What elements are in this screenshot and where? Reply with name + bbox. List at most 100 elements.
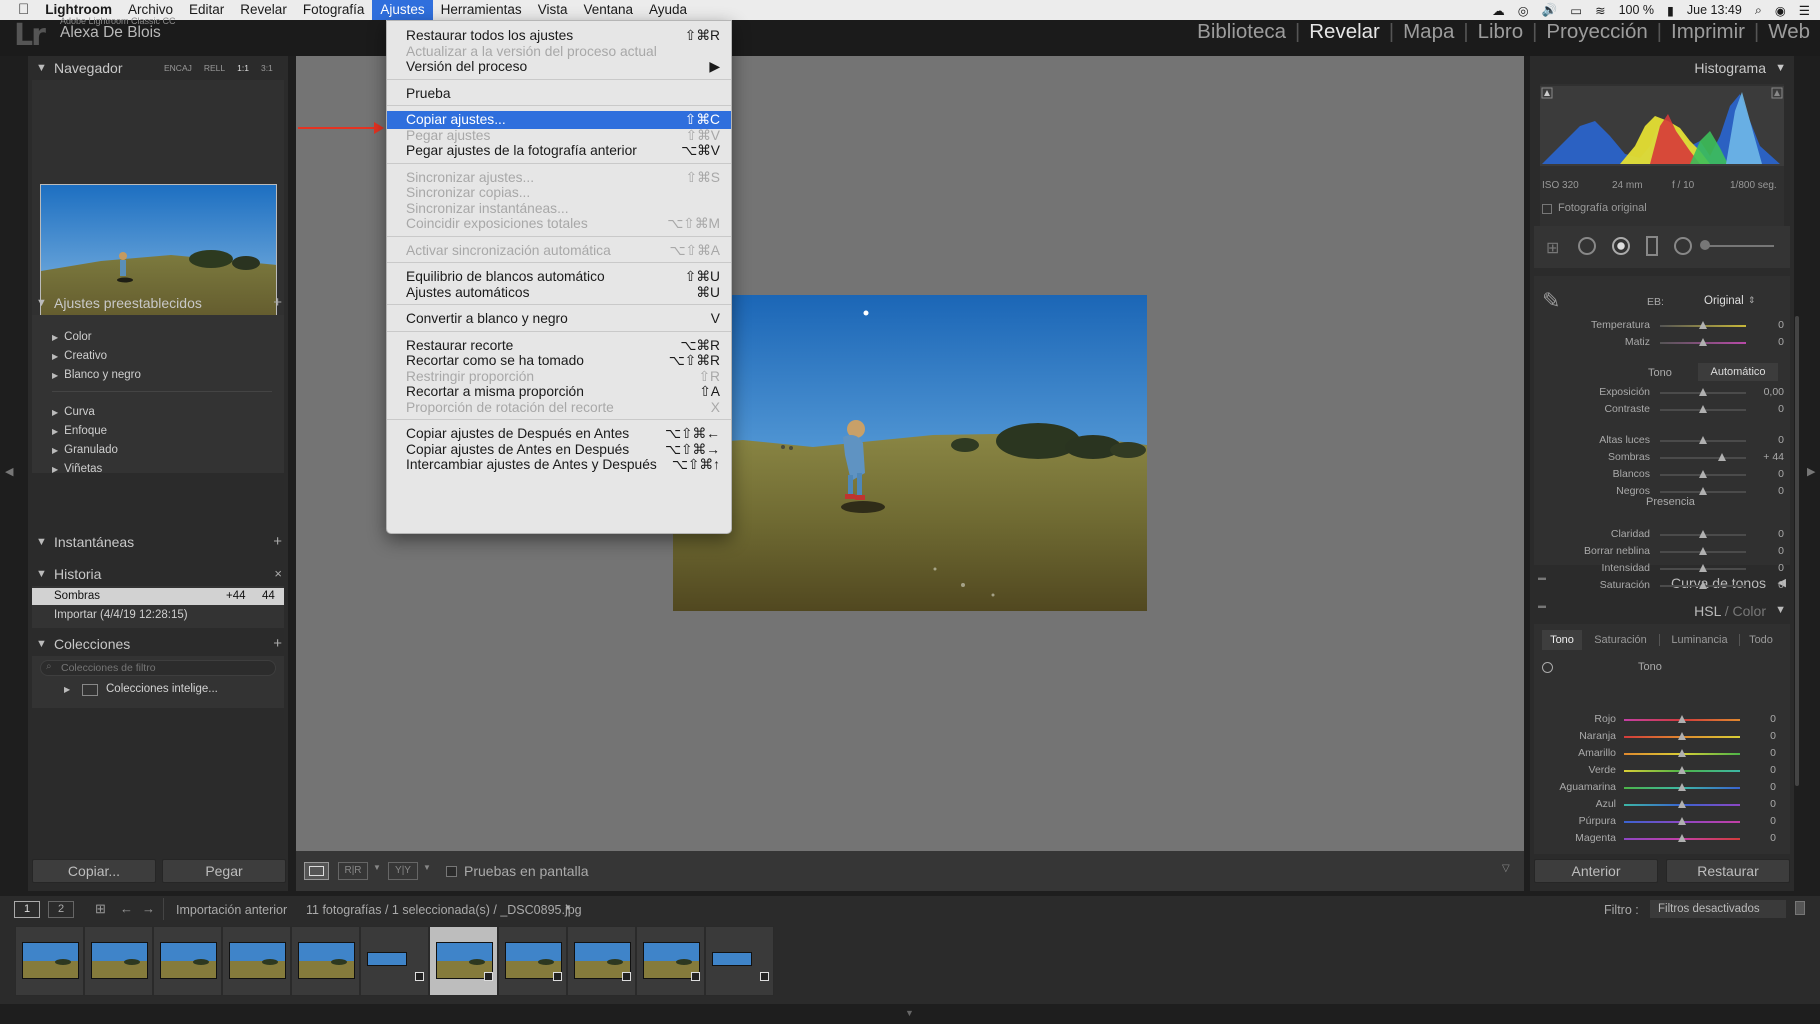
battery-label[interactable]: 100 % [1619, 3, 1654, 17]
history-item[interactable]: Importar (4/4/19 12:28:15) [54, 607, 188, 624]
filmstrip-thumbnail[interactable] [222, 926, 291, 996]
menu-item-4[interactable]: Prueba [387, 85, 731, 103]
back-arrow-icon[interactable]: ← [120, 901, 133, 916]
collapse-triangle-icon[interactable]: ▼ [1775, 604, 1786, 616]
preset-group-granulado[interactable]: ▶ Granulado [52, 444, 118, 456]
main-photo[interactable] [673, 295, 1147, 611]
slider-value[interactable]: 0 [1744, 434, 1784, 446]
slider-value[interactable]: 0,00 [1744, 386, 1784, 398]
airplay-icon[interactable]: ▭ [1570, 3, 1582, 18]
zoom-fill[interactable]: RELL [204, 56, 225, 80]
slider-knob[interactable] [1699, 581, 1707, 589]
menu-item-18[interactable]: Ajustes automáticos ⌘U [387, 284, 731, 302]
collapse-triangle-icon[interactable]: ▼ [36, 562, 47, 586]
slider-value[interactable]: 0 [1744, 403, 1784, 415]
collections-header[interactable]: ▼ Colecciones + [28, 632, 288, 656]
collapse-triangle-icon[interactable]: ▼ [36, 56, 47, 80]
clear-history-icon[interactable]: × [274, 562, 282, 586]
menu-ayuda[interactable]: Ayuda [641, 0, 695, 20]
siri-icon[interactable]: ◉ [1775, 3, 1786, 18]
menu-revelar[interactable]: Revelar [232, 0, 295, 20]
hsl-slider-value[interactable]: 0 [1736, 747, 1776, 759]
slider-value[interactable]: 0 [1744, 528, 1784, 540]
slider-value[interactable]: 0 [1744, 485, 1784, 497]
notification-center-icon[interactable]: ☰ [1799, 3, 1810, 18]
hsl-slider-knob[interactable] [1678, 715, 1686, 723]
chevron-down-icon[interactable]: ▼ [564, 903, 572, 912]
menu-ajustes[interactable]: Ajustes [372, 0, 433, 20]
slider-knob[interactable] [1699, 470, 1707, 478]
hsl-slider-knob[interactable] [1678, 732, 1686, 740]
history-header[interactable]: ▼ Historia × [28, 562, 288, 586]
add-snapshot-icon[interactable]: + [273, 530, 282, 554]
filmstrip-thumbnail[interactable] [498, 926, 567, 996]
collapse-triangle-icon[interactable]: ▼ [36, 291, 47, 315]
volume-icon[interactable]: 🔊 [1542, 3, 1558, 18]
cloud-icon[interactable]: ☁ [1492, 3, 1505, 18]
hsl-slider-knob[interactable] [1678, 783, 1686, 791]
adjustment-brush-icon[interactable] [1700, 240, 1774, 250]
radial-filter-icon[interactable] [1674, 237, 1692, 255]
filter-select[interactable]: Filtros desactivados [1650, 900, 1786, 918]
hsl-tab-tono[interactable]: Tono [1542, 630, 1582, 650]
hsl-slider-value[interactable]: 0 [1736, 730, 1776, 742]
slider-knob[interactable] [1699, 436, 1707, 444]
before-after-rr-icon[interactable]: R|R [338, 862, 368, 880]
graduated-filter-icon[interactable] [1646, 236, 1658, 256]
wb-select[interactable]: Original [1704, 295, 1744, 307]
menu-ventana[interactable]: Ventana [575, 0, 641, 20]
filmstrip-thumbnail[interactable] [15, 926, 84, 996]
grid-view-icon[interactable]: ⊞ [95, 901, 106, 917]
hsl-header[interactable]: ▬ HSL / Color ▼ [1534, 599, 1790, 623]
chevron-down-icon[interactable]: ▼ [423, 863, 431, 872]
panel-switch-icon[interactable]: ▬ [1538, 573, 1546, 582]
filmstrip-info[interactable]: 11 fotografías / 1 seleccionada(s) / _DS… [306, 903, 582, 917]
preset-group-curva[interactable]: ▶ Curva [52, 406, 95, 418]
slider-knob[interactable] [1699, 321, 1707, 329]
hsl-slider-value[interactable]: 0 [1736, 713, 1776, 725]
filmstrip-thumbnail[interactable] [636, 926, 705, 996]
hsl-slider-knob[interactable] [1678, 834, 1686, 842]
slider-track[interactable] [1660, 457, 1746, 459]
preset-group-color[interactable]: ▶ Color [52, 331, 92, 343]
preset-group-enfoque[interactable]: ▶ Enfoque [52, 425, 107, 437]
menu-herramientas[interactable]: Herramientas [433, 0, 530, 20]
crop-icon[interactable]: ⊞ [1546, 238, 1559, 258]
filmstrip-thumbnail[interactable] [84, 926, 153, 996]
histogram-graph[interactable] [1540, 86, 1784, 166]
filter-lock-icon[interactable] [1795, 901, 1805, 915]
preset-group-vinetas[interactable]: ▶ Viñetas [52, 463, 102, 475]
loupe-view-icon[interactable] [304, 862, 329, 880]
slider-knob[interactable] [1717, 453, 1726, 461]
hsl-tab-todo[interactable]: Todo [1740, 634, 1782, 646]
preset-group-bw[interactable]: ▶ Blanco y negro [52, 369, 141, 381]
battery-icon[interactable]: ▮ [1667, 3, 1674, 18]
zoom-3-1[interactable]: 3:1 [261, 56, 273, 80]
module-libro[interactable]: Libro [1469, 20, 1533, 44]
wifi-icon[interactable]: ≋ [1595, 3, 1605, 18]
before-after-yy-icon[interactable]: Y|Y [388, 862, 418, 880]
spotlight-icon[interactable]: ⌕ [1755, 3, 1762, 18]
hsl-slider-value[interactable]: 0 [1736, 781, 1776, 793]
slider-value[interactable]: 0 [1744, 336, 1784, 348]
auto-tone-button[interactable]: Automático [1698, 363, 1778, 381]
previous-button[interactable]: Anterior [1534, 859, 1658, 883]
left-panel-toggle-icon[interactable]: ◀ [5, 465, 13, 478]
module-mapa[interactable]: Mapa [1394, 20, 1463, 44]
slider-knob[interactable] [1699, 405, 1707, 413]
red-eye-icon[interactable] [1612, 237, 1630, 255]
disclosure-triangle-icon[interactable]: ▶ [64, 685, 70, 694]
hsl-slider-value[interactable]: 0 [1736, 832, 1776, 844]
collapse-triangle-icon[interactable]: ▼ [36, 530, 47, 554]
window-1-button[interactable]: 1 [14, 901, 40, 918]
slider-knob[interactable] [1699, 564, 1707, 572]
hsl-slider-value[interactable]: 0 [1736, 764, 1776, 776]
hsl-slider-knob[interactable] [1678, 766, 1686, 774]
zoom-1-1[interactable]: 1:1 [237, 56, 249, 80]
history-item-selected[interactable]: Sombras +44 44 [32, 588, 284, 605]
module-proyeccion[interactable]: Proyección [1537, 20, 1656, 44]
menu-item-30[interactable]: Intercambiar ajustes de Antes y Después ⌥… [387, 456, 731, 474]
collections-filter-input[interactable] [40, 660, 276, 676]
hsl-slider-value[interactable]: 0 [1736, 815, 1776, 827]
hsl-tab-luminancia[interactable]: Luminancia [1660, 634, 1740, 646]
